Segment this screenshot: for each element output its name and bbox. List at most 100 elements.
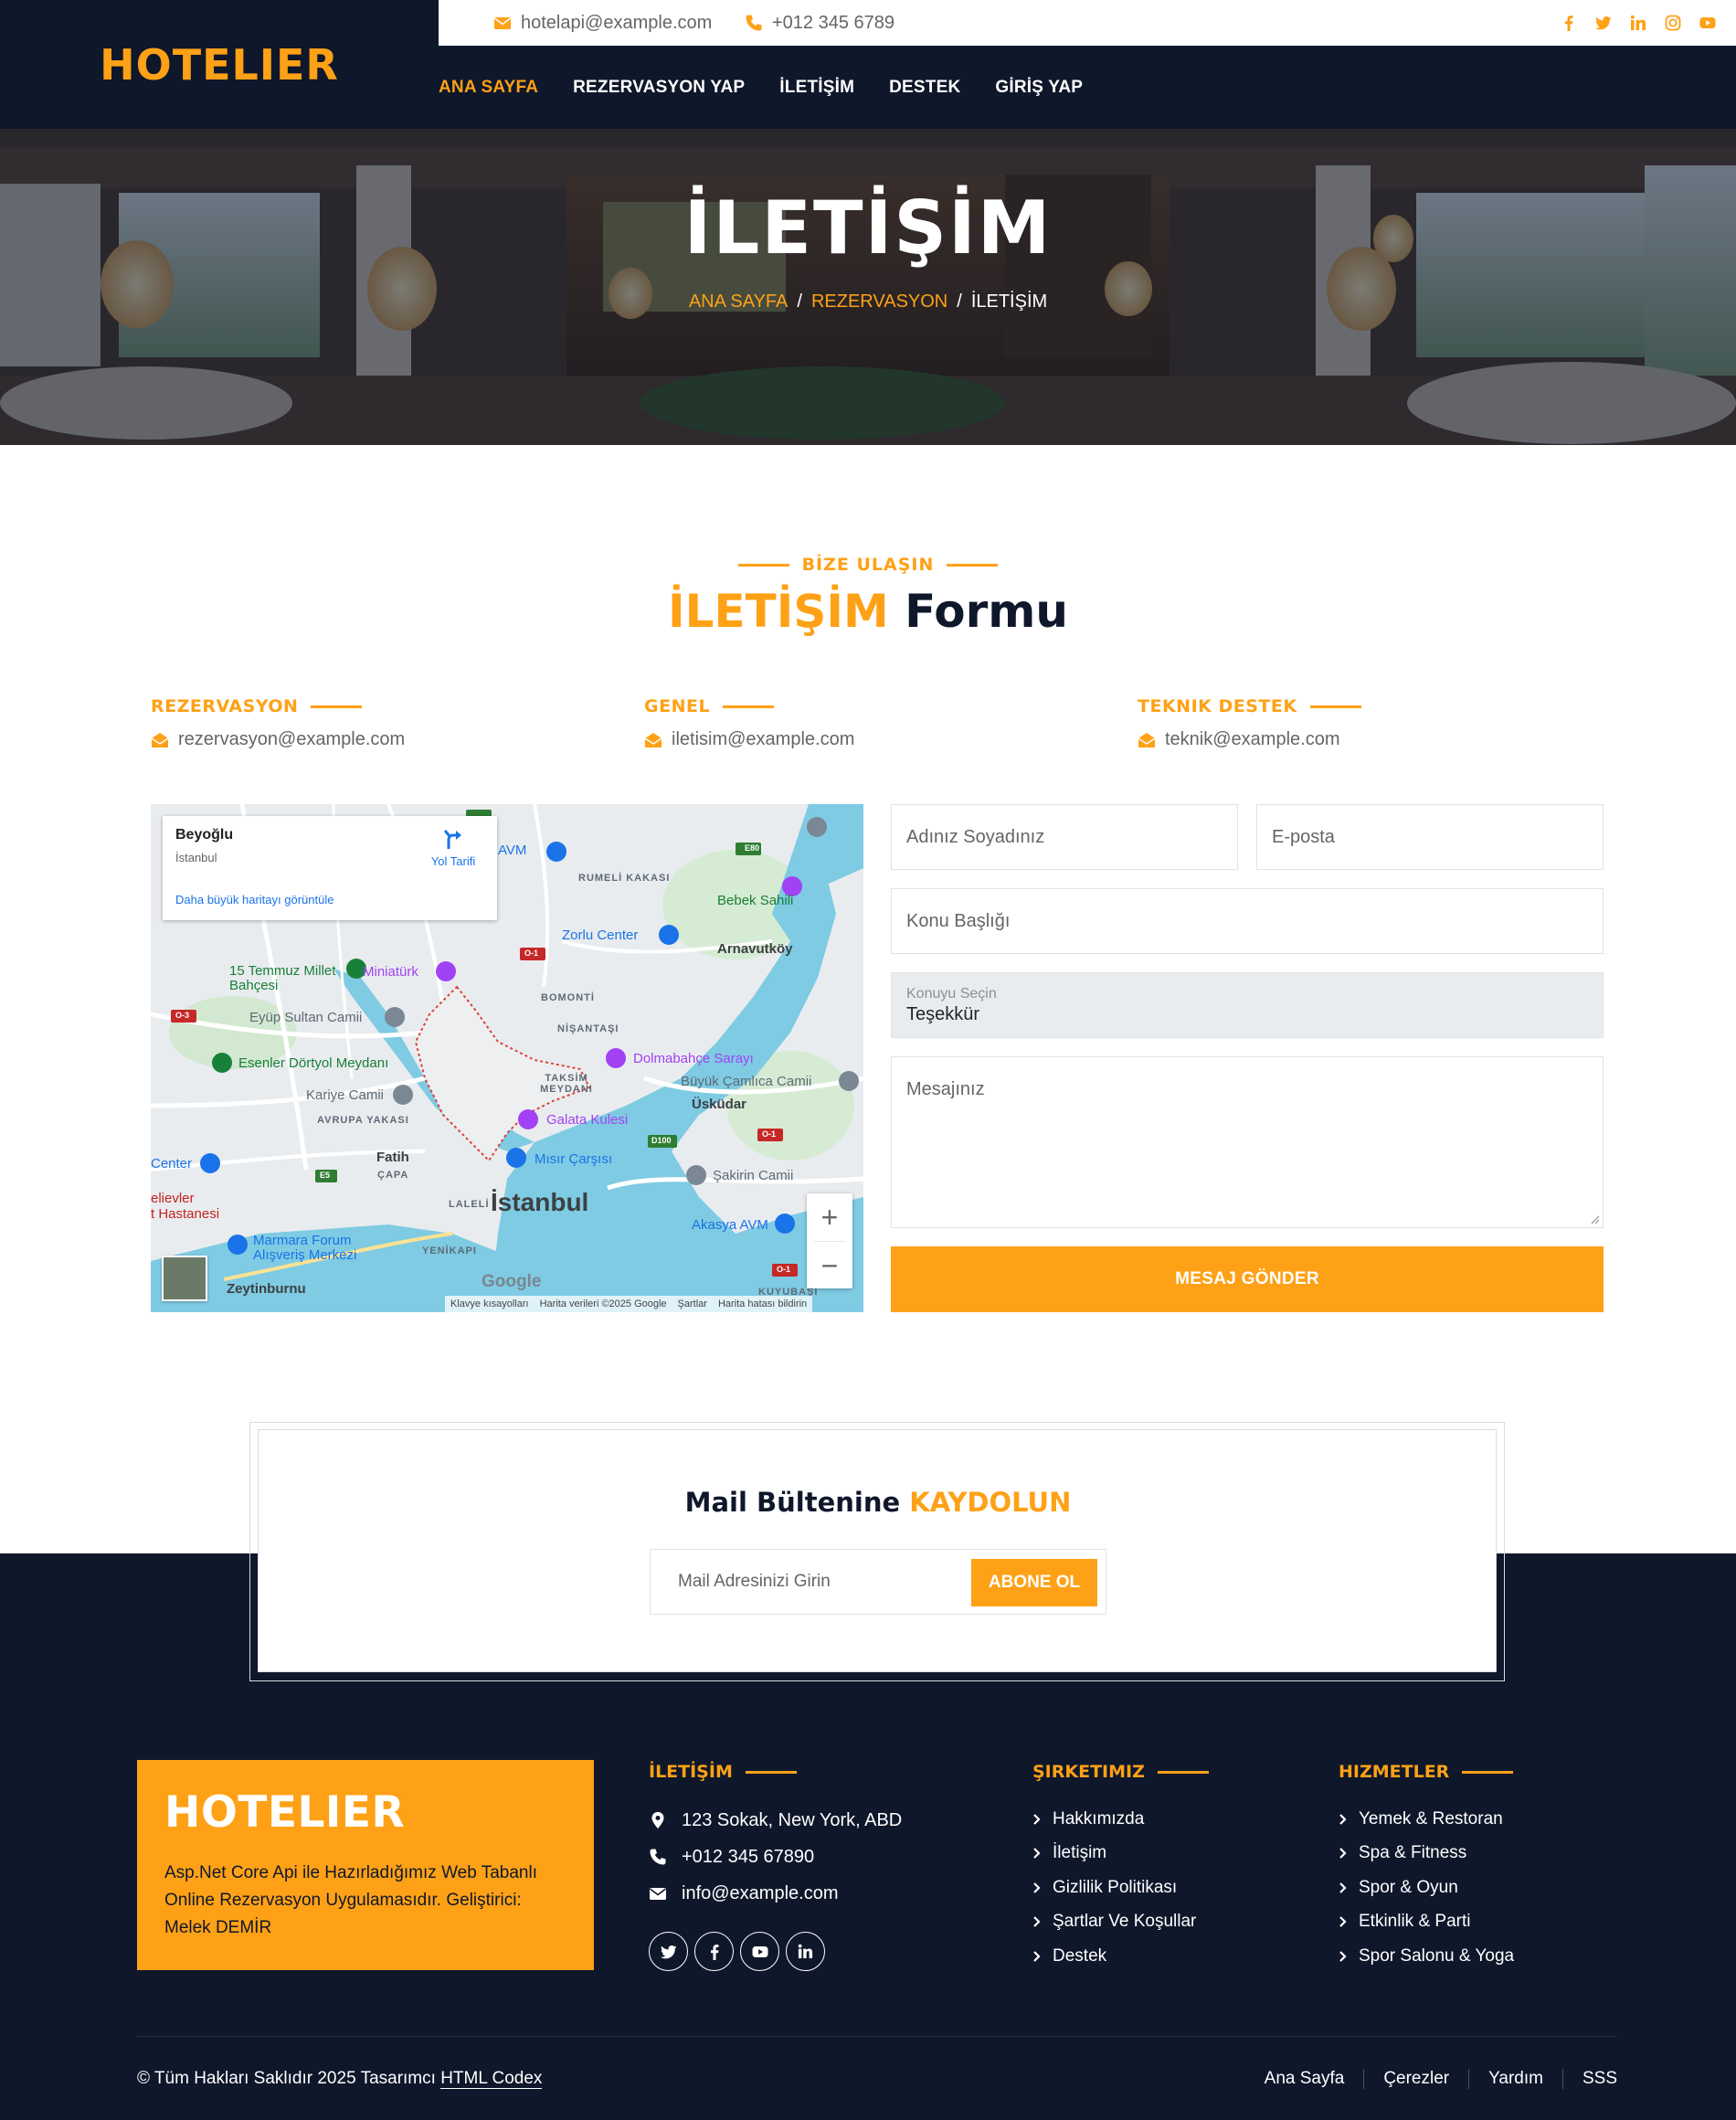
subtitle-text: BİZE ULAŞIN bbox=[801, 555, 935, 575]
topic-select-value: Teşekkür bbox=[906, 1003, 980, 1024]
view-larger-map-link[interactable]: Daha büyük haritayı görüntüle bbox=[175, 893, 333, 906]
envelope-icon bbox=[494, 17, 511, 29]
name-input-placeholder: Adınız Soyadınız bbox=[906, 826, 1045, 847]
contact-info-technical: TEKNIK DESTEK teknik@example.com bbox=[1138, 696, 1361, 750]
footer-contact-column: İLETİŞİM 123 Sokak, New York, ABD +012 3… bbox=[649, 1760, 902, 1971]
footer-link-label: Spor & Oyun bbox=[1359, 1877, 1458, 1897]
subscribe-button[interactable]: ABONE OL bbox=[971, 1559, 1097, 1606]
subject-input[interactable]: Konu Başlığı bbox=[891, 888, 1604, 954]
youtube-icon bbox=[752, 1945, 767, 1957]
footer-link-label: Destek bbox=[1053, 1945, 1107, 1966]
keyboard-shortcuts-link[interactable]: Klavye kısayolları bbox=[450, 1298, 529, 1309]
map-label: Üsküdar bbox=[692, 1097, 747, 1112]
footer-heading: ŞIRKETIMIZ bbox=[1032, 1760, 1209, 1784]
topbar-phone[interactable]: +012 345 6789 bbox=[745, 0, 894, 46]
footer-phone[interactable]: +012 345 67890 bbox=[649, 1839, 902, 1875]
copyright: © Tüm Hakları Saklıdır 2025 Tasarımcı HT… bbox=[137, 2069, 543, 2089]
name-input[interactable]: Adınız Soyadınız bbox=[891, 804, 1238, 870]
google-map[interactable]: AVM RUMELİ KAKASI Bebek Sahili Zorlu Cen… bbox=[151, 804, 863, 1312]
nav-item-contact[interactable]: İLETİŞİM bbox=[779, 78, 854, 98]
contact-info-email-text: iletisim@example.com bbox=[672, 729, 855, 749]
facebook-icon[interactable] bbox=[1561, 15, 1577, 31]
envelope-open-icon bbox=[1138, 732, 1156, 747]
footer-link-events[interactable]: Etkinlik & Parti bbox=[1339, 1905, 1514, 1940]
footer-link-label: Hakkımızda bbox=[1053, 1808, 1145, 1828]
linkedin-icon[interactable] bbox=[1630, 15, 1646, 31]
nav-item-home[interactable]: ANA SAYFA bbox=[439, 78, 538, 98]
footer-logo[interactable]: HOTELIER bbox=[164, 1787, 566, 1838]
topic-select[interactable]: Konuyu Seçin Teşekkür bbox=[891, 972, 1604, 1038]
map-label: Miniatürk bbox=[363, 964, 418, 980]
footer-facebook-button[interactable] bbox=[694, 1932, 734, 1971]
map-label: Şakirin Camii bbox=[713, 1168, 794, 1183]
contact-info-general: GENEL iletisim@example.com bbox=[644, 696, 854, 750]
send-message-button[interactable]: MESAJ GÖNDER bbox=[891, 1246, 1604, 1312]
bottom-menu-faq[interactable]: SSS bbox=[1563, 2069, 1617, 2089]
map-road-shield: E80 bbox=[745, 843, 760, 853]
youtube-icon[interactable] bbox=[1699, 15, 1716, 31]
footer-twitter-button[interactable] bbox=[649, 1932, 688, 1971]
zoom-in-button[interactable]: + bbox=[807, 1193, 852, 1241]
contact-info-label-text: REZERVASYON bbox=[151, 696, 299, 716]
map-label: ÇAPA bbox=[377, 1170, 409, 1181]
footer-link-sports[interactable]: Spor & Oyun bbox=[1339, 1871, 1514, 1905]
footer-email-text: info@example.com bbox=[682, 1882, 839, 1903]
breadcrumb-home[interactable]: ANA SAYFA bbox=[689, 292, 789, 312]
contact-info-label-text: GENEL bbox=[644, 696, 711, 716]
zoom-out-button[interactable]: − bbox=[807, 1242, 852, 1289]
contact-info-email[interactable]: iletisim@example.com bbox=[644, 729, 854, 750]
report-error-link[interactable]: Harita hatası bildirin bbox=[718, 1298, 807, 1309]
footer-description: Asp.Net Core Api ile Hazırladığımız Web … bbox=[164, 1863, 537, 1937]
chevron-right-icon bbox=[1339, 1848, 1347, 1860]
nav-item-booking[interactable]: REZERVASYON YAP bbox=[573, 78, 745, 98]
contact-info-email[interactable]: rezervasyon@example.com bbox=[151, 729, 405, 750]
topbar-email-text: hotelapi@example.com bbox=[521, 12, 713, 33]
map-data-text: Harita verileri ©2025 Google bbox=[539, 1298, 667, 1309]
topbar-email[interactable]: hotelapi@example.com bbox=[493, 0, 712, 46]
section-title-accent: İLETİŞİM bbox=[668, 585, 889, 638]
footer-socials bbox=[649, 1932, 902, 1971]
map-label: BOMONTİ bbox=[541, 992, 595, 1003]
map-label: TAKSİM MEYDANI bbox=[540, 1073, 593, 1095]
phone-icon bbox=[650, 1849, 666, 1865]
footer-linkedin-button[interactable] bbox=[786, 1932, 825, 1971]
newsletter-email-input[interactable]: Mail Adresinizi Girin bbox=[678, 1550, 831, 1614]
map-label: AVM bbox=[498, 843, 527, 858]
chevron-right-icon bbox=[1339, 1916, 1347, 1928]
footer-email[interactable]: info@example.com bbox=[649, 1875, 902, 1912]
footer-link-spa[interactable]: Spa & Fitness bbox=[1339, 1837, 1514, 1871]
contact-info-label-text: TEKNIK DESTEK bbox=[1138, 696, 1297, 716]
footer-link-privacy[interactable]: Gizlilik Politikası bbox=[1032, 1871, 1209, 1905]
bottom-menu-help[interactable]: Yardım bbox=[1469, 2069, 1563, 2089]
footer-link-restaurant[interactable]: Yemek & Restoran bbox=[1339, 1802, 1514, 1837]
resize-handle-icon[interactable] bbox=[1591, 1215, 1600, 1224]
directions-button[interactable]: Yol Tarifi bbox=[426, 827, 481, 868]
satellite-toggle[interactable] bbox=[162, 1256, 207, 1301]
nav-item-support[interactable]: DESTEK bbox=[889, 78, 960, 98]
breadcrumb-booking[interactable]: REZERVASYON bbox=[811, 292, 947, 312]
map-label: NİŞANTAŞI bbox=[557, 1023, 619, 1034]
contact-info-email[interactable]: teknik@example.com bbox=[1138, 729, 1361, 750]
google-logo: Google bbox=[482, 1272, 542, 1291]
designer-link[interactable]: HTML Codex bbox=[440, 2069, 543, 2089]
twitter-icon[interactable] bbox=[1595, 15, 1612, 31]
message-textarea[interactable]: Mesajınız bbox=[891, 1056, 1604, 1228]
hero-overlay bbox=[0, 129, 1736, 445]
nav-item-login[interactable]: GİRİŞ YAP bbox=[995, 78, 1083, 98]
footer-link-about[interactable]: Hakkımızda bbox=[1032, 1802, 1209, 1837]
logo[interactable]: HOTELIER bbox=[0, 0, 439, 129]
footer-heading-text: ŞIRKETIMIZ bbox=[1032, 1762, 1145, 1782]
email-input[interactable]: E-posta bbox=[1256, 804, 1604, 870]
label-line bbox=[1309, 705, 1361, 708]
footer-link-gym[interactable]: Spor Salonu & Yoga bbox=[1339, 1939, 1514, 1974]
footer-youtube-button[interactable] bbox=[740, 1932, 779, 1971]
bottom-menu-home[interactable]: Ana Sayfa bbox=[1245, 2069, 1365, 2089]
footer-link-contact[interactable]: İletişim bbox=[1032, 1837, 1209, 1871]
bottom-menu-cookies[interactable]: Çerezler bbox=[1364, 2069, 1470, 2089]
terms-link[interactable]: Şartlar bbox=[678, 1298, 707, 1309]
footer-link-support[interactable]: Destek bbox=[1032, 1939, 1209, 1974]
instagram-icon[interactable] bbox=[1665, 15, 1681, 31]
footer-heading-text: HIZMETLER bbox=[1339, 1762, 1450, 1782]
topbar-socials bbox=[1561, 0, 1716, 46]
footer-link-terms[interactable]: Şartlar Ve Koşullar bbox=[1032, 1905, 1209, 1940]
